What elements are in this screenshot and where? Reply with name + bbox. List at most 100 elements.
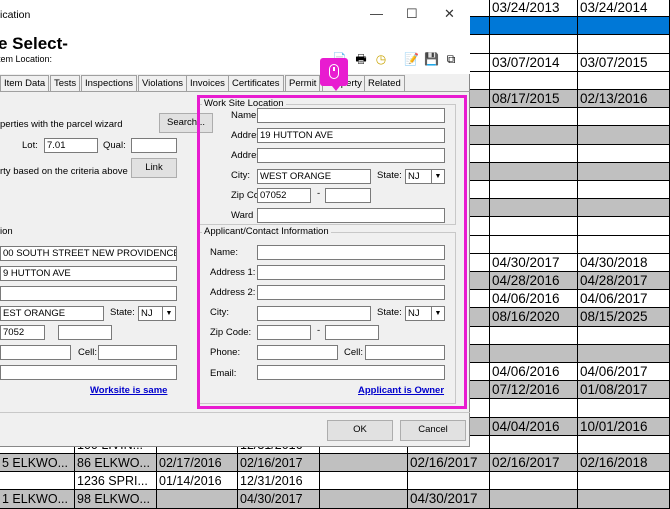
table-cell [490, 71, 578, 90]
table-cell: 04/06/2016 [490, 290, 578, 309]
tab-item-data[interactable]: Item Data [0, 75, 50, 92]
table-cell: 02/16/2017 [408, 454, 490, 473]
table-cell: 02/13/2016 [578, 90, 670, 109]
notes-icon[interactable]: 📝 [404, 52, 419, 66]
tab-inspections[interactable]: Inspections [81, 75, 138, 92]
table-cell: 10/01/2016 [578, 417, 670, 436]
table-cell: 04/30/2018 [578, 253, 670, 272]
save-icon[interactable]: 💾 [424, 52, 439, 66]
tab-violations[interactable]: Violations [138, 75, 188, 92]
table-cell [320, 454, 408, 473]
table-cell [490, 35, 578, 54]
table-cell [490, 472, 578, 491]
table-cell: 02/17/2016 [157, 454, 238, 473]
table-cell [490, 162, 578, 181]
clock-icon[interactable]: ◷ [374, 52, 388, 66]
table-cell [490, 344, 578, 363]
tab-related[interactable]: Related [364, 75, 405, 92]
owner-address1-input[interactable]: 9 HUTTON AVE [0, 266, 177, 281]
maximize-button[interactable]: ☐ [406, 6, 418, 22]
owner-cell-input[interactable] [98, 345, 177, 360]
footer-divider [0, 412, 470, 413]
owner-zip-input[interactable]: 7052 [0, 325, 45, 340]
owner-name-input[interactable]: 00 SOUTH STREET NEW PROVIDENCE LLC [0, 246, 177, 261]
owner-section-title: ion [0, 226, 13, 237]
table-cell [490, 435, 578, 454]
table-cell: 07/12/2016 [490, 381, 578, 400]
qual-input[interactable] [131, 138, 177, 153]
table-cell: 03/24/2014 [578, 0, 670, 18]
table-cell [0, 472, 75, 491]
table-cell [490, 199, 578, 218]
table-cell: 98 ELKWO... [75, 490, 157, 509]
cancel-button[interactable]: Cancel [400, 420, 466, 441]
criteria-label: rty based on the criteria above [0, 166, 128, 177]
table-cell [578, 126, 670, 145]
owner-address2-input[interactable] [0, 286, 177, 301]
table-cell: 08/15/2025 [578, 308, 670, 327]
tab-certificates[interactable]: Certificates [228, 75, 284, 92]
lot-label: Lot: [22, 140, 38, 151]
table-cell [408, 472, 490, 491]
table-cell: 04/06/2017 [578, 363, 670, 382]
print-icon[interactable]: 🖶 [354, 52, 368, 66]
table-row[interactable]: 1 ELKWO... 98 ELKWO... 04/30/2017 04/30/201… [0, 490, 670, 509]
table-row[interactable]: 1236 SPRI... 01/14/2016 12/31/2016 [0, 472, 670, 491]
table-cell: 04/04/2016 [490, 417, 578, 436]
owner-city-input[interactable]: EST ORANGE [0, 306, 104, 321]
table-cell [578, 181, 670, 200]
table-cell [490, 181, 578, 200]
worksite-is-same-link[interactable]: Worksite is same [90, 385, 167, 396]
table-cell [578, 17, 670, 36]
owner-state-label: State: [110, 307, 135, 318]
owner-cell-label: Cell: [78, 347, 98, 358]
table-cell [578, 399, 670, 418]
tab-divider [0, 91, 470, 92]
link-button[interactable]: Link [131, 158, 177, 178]
table-cell [320, 472, 408, 491]
table-cell: 02/16/2018 [578, 454, 670, 473]
close-button[interactable]: ✕ [444, 6, 455, 22]
table-row[interactable]: 5 ELKWO... 86 ELKWO... 02/17/2016 02/16/201… [0, 454, 670, 473]
click-marker [320, 58, 348, 91]
table-cell [157, 490, 238, 509]
minimize-button[interactable]: — [370, 6, 383, 21]
qual-label: Qual: [103, 140, 126, 151]
table-cell: 1236 SPRI... [75, 472, 157, 491]
table-cell [490, 17, 578, 36]
table-cell: 04/28/2017 [578, 272, 670, 291]
table-cell: 04/30/2017 [408, 490, 490, 509]
owner-email-input[interactable] [0, 365, 177, 380]
table-cell: 04/30/2017 [490, 253, 578, 272]
tab-invoices[interactable]: Invoices [186, 75, 229, 92]
table-cell [578, 490, 670, 509]
owner-state-value: NJ [141, 308, 153, 319]
chevron-down-icon[interactable]: ▼ [162, 307, 175, 320]
tab-permit[interactable]: Permit [285, 75, 321, 92]
table-cell: 01/14/2016 [157, 472, 238, 491]
table-cell [490, 490, 578, 509]
table-cell [578, 344, 670, 363]
tab-tests[interactable]: Tests [50, 75, 81, 92]
table-cell [578, 144, 670, 163]
table-cell [578, 35, 670, 54]
ok-button[interactable]: OK [327, 420, 393, 441]
table-cell [490, 399, 578, 418]
table-cell: 04/30/2017 [238, 490, 320, 509]
copy-icon[interactable]: ⧉ [444, 52, 458, 66]
table-cell [490, 235, 578, 254]
tab-strip: Item Data Tests Inspections Violations I… [0, 75, 470, 92]
table-cell: 08/17/2015 [490, 90, 578, 109]
table-cell: 01/08/2017 [578, 381, 670, 400]
lot-input[interactable]: 7.01 [44, 138, 98, 153]
dialog-header: e Select- tem Location: 📄 🖶 ◷ 📝 💾 ⧉ [0, 30, 470, 74]
owner-phone-input[interactable] [0, 345, 71, 360]
table-cell: 02/16/2017 [238, 454, 320, 473]
table-cell [320, 490, 408, 509]
table-cell: 1 ELKWO... [0, 490, 75, 509]
owner-state-select[interactable]: NJ ▼ [138, 306, 176, 321]
page-subtitle: tem Location: [0, 54, 53, 64]
table-cell [490, 217, 578, 236]
table-cell: 86 ELKWO... [75, 454, 157, 473]
owner-zip-ext-input[interactable] [58, 325, 112, 340]
